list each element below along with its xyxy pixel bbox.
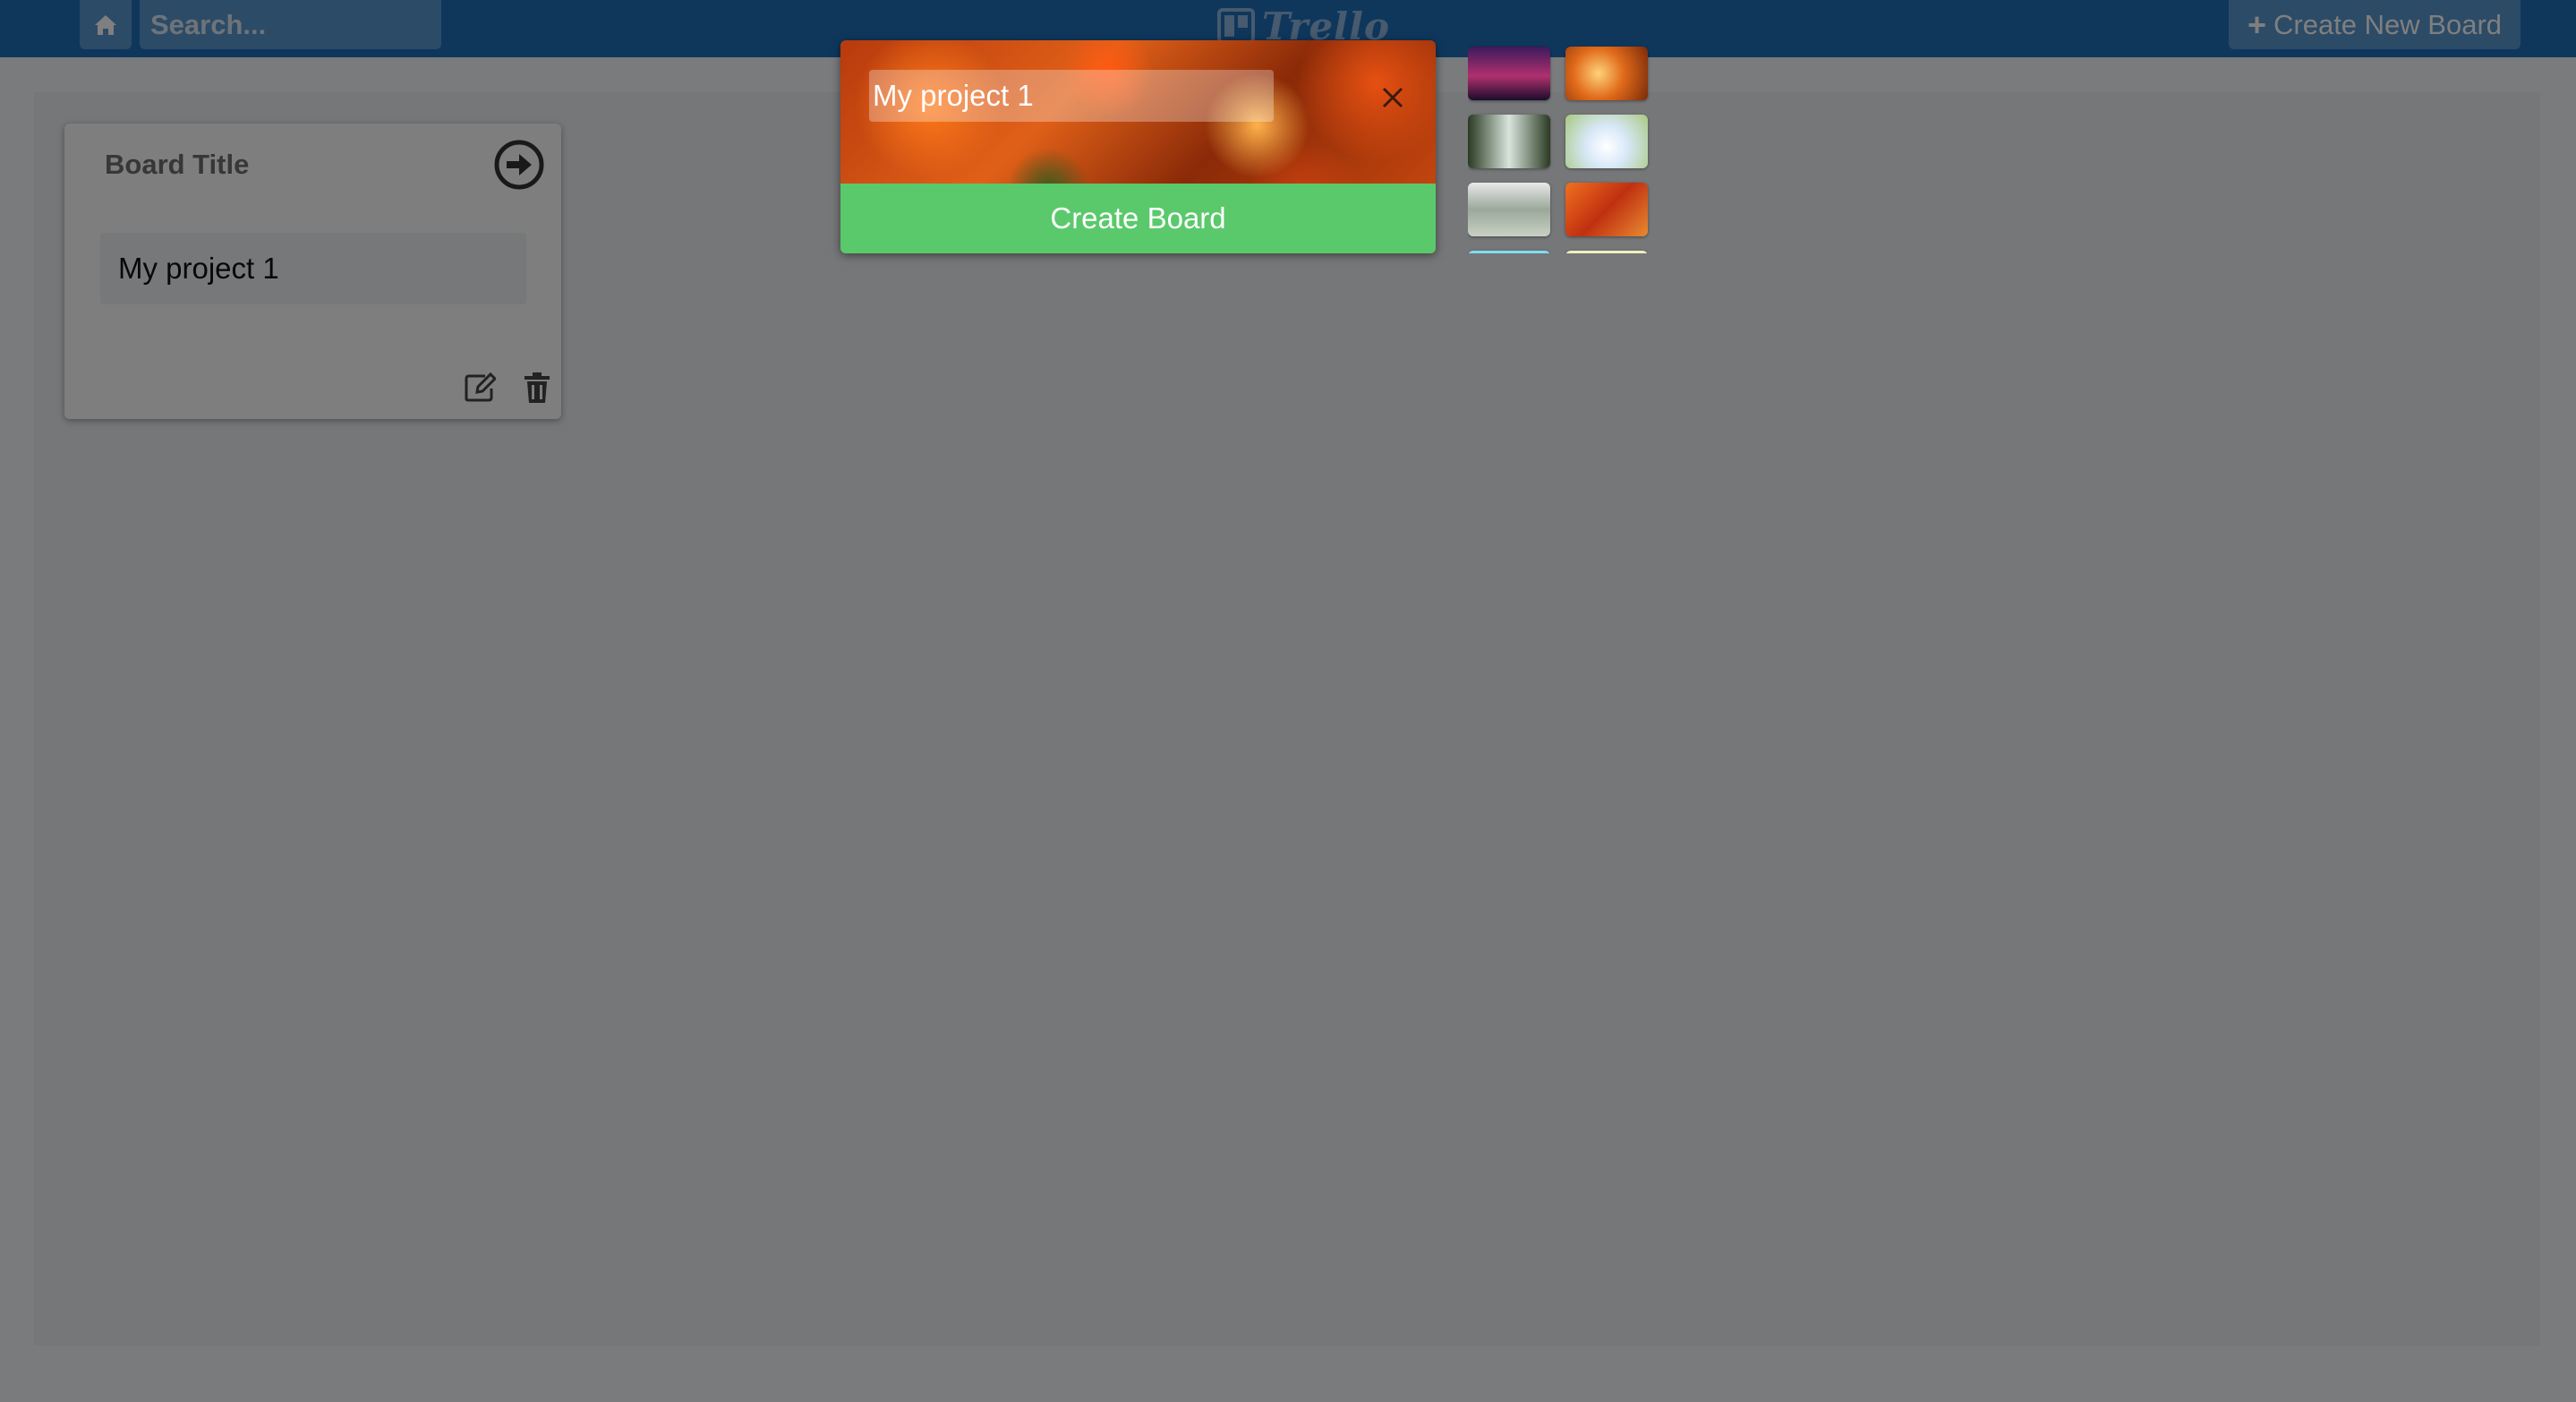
close-icon[interactable]	[1380, 85, 1405, 110]
thumbnail-snowy-stream[interactable]	[1468, 183, 1550, 236]
background-picker	[1468, 45, 1651, 253]
thumbnail-sunset-tree[interactable]	[1468, 47, 1550, 100]
create-board-button[interactable]: Create Board	[840, 184, 1436, 253]
thumbnail-misty-forest[interactable]	[1468, 115, 1550, 168]
thumbnail-autumn-leaves[interactable]	[1565, 183, 1648, 236]
create-board-popup: Create Board	[840, 40, 1436, 253]
board-title-input[interactable]	[869, 70, 1274, 122]
thumbnail-turquoise-water[interactable]	[1468, 251, 1550, 253]
thumbnail-meadow[interactable]	[1565, 251, 1648, 253]
thumbnail-autumn-road[interactable]	[1565, 47, 1648, 100]
thumbnail-white-flowers[interactable]	[1565, 115, 1648, 168]
